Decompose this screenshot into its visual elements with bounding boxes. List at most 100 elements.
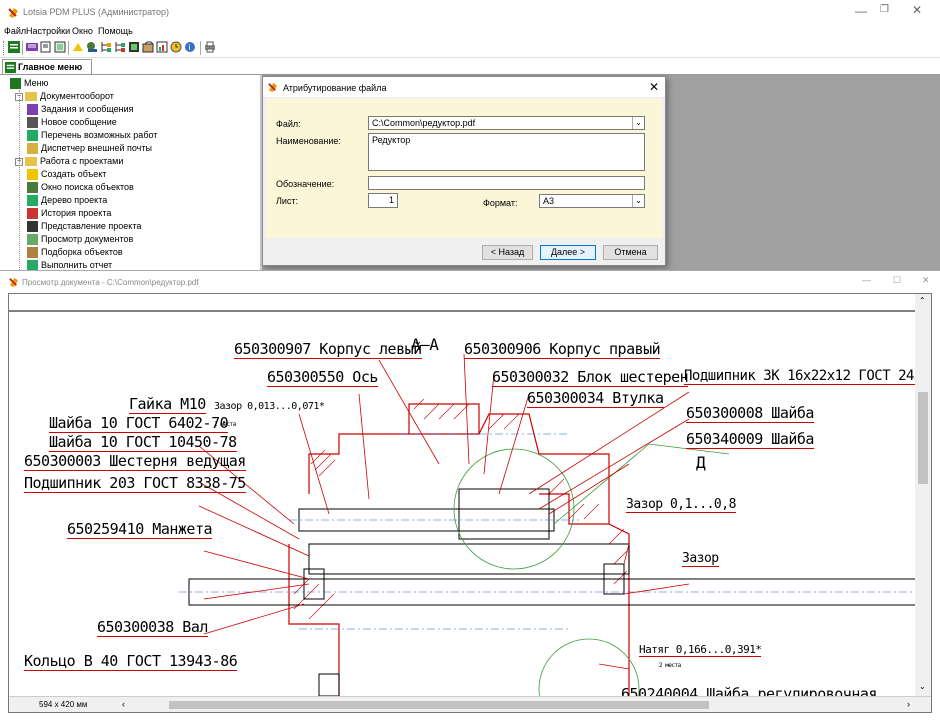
create-object-icon[interactable] <box>72 41 84 53</box>
history-icon[interactable] <box>114 41 126 53</box>
drawing-label: Шайба 10 ГОСТ 6402-70 <box>49 414 229 433</box>
print-icon[interactable] <box>204 41 216 53</box>
scroll-down-icon[interactable]: ⌄ <box>919 682 926 691</box>
tree-item[interactable]: Дерево проекта <box>27 194 107 207</box>
tab-main-menu[interactable]: Главное меню <box>2 59 92 75</box>
menu-file[interactable]: Файл <box>4 26 26 36</box>
drawing-label: 650300038 Вал <box>97 618 208 637</box>
dialog-title: Атрибутирование файла <box>283 83 387 93</box>
main-menu-icon[interactable] <box>8 41 20 53</box>
tree-item[interactable]: Подборка объектов <box>27 246 123 259</box>
app-logo-icon <box>9 277 19 288</box>
menu-settings[interactable]: Настройки <box>26 26 70 36</box>
tree-item-label: Создать объект <box>41 169 107 179</box>
tasks-icon[interactable] <box>26 41 38 53</box>
tree-item-label: Меню <box>24 78 49 88</box>
tree-item[interactable]: Меню <box>10 77 48 90</box>
tree-item-label: История проекта <box>41 208 112 218</box>
tree-item[interactable]: Задания и сообщения <box>27 103 134 116</box>
tree-item[interactable]: История проекта <box>27 207 111 220</box>
menu-icon <box>10 78 21 90</box>
drawing-label: 650300003 Шестерня ведущая <box>24 452 246 471</box>
restore-button[interactable]: ❐ <box>880 4 889 15</box>
tree-item[interactable]: Новое сообщение <box>27 116 117 129</box>
tab-main-menu-label: Главное меню <box>18 62 83 72</box>
drawing-label: Шайба 10 ГОСТ 10450-78 <box>49 433 237 452</box>
tree-item[interactable]: Выполнить отчет <box>27 259 112 270</box>
tree-item[interactable]: Создать объект <box>27 168 106 181</box>
tree-item-label: Просмотр документов <box>41 234 134 244</box>
search-objects-icon[interactable] <box>86 41 98 53</box>
drawing-label: 650340009 Шайба <box>686 430 814 449</box>
drawing-label: 650300550 Ось <box>267 368 378 387</box>
viewer-maximize-button[interactable]: ☐ <box>893 275 901 286</box>
project-view-icon[interactable] <box>128 41 140 53</box>
sheet-value: 1 <box>388 195 394 205</box>
drawing-label: Гайка М10 <box>129 395 206 414</box>
minimize-button[interactable]: — <box>855 4 867 18</box>
selection-icon[interactable] <box>142 41 154 53</box>
scroll-left-icon[interactable]: ‹ <box>122 699 125 709</box>
status-bar: 594 x 420 мм ‹ › <box>9 696 931 712</box>
attribute-dialog: Атрибутирование файла ✕ Файл: C:\Common\… <box>262 76 666 266</box>
horizontal-scroll-thumb[interactable] <box>169 701 709 709</box>
project-tree-icon[interactable] <box>100 41 112 53</box>
viewer-close-button[interactable]: ✕ <box>922 275 930 286</box>
info-icon[interactable]: i <box>184 41 196 53</box>
cancel-button[interactable]: Отмена <box>603 245 658 260</box>
create-object-icon <box>27 169 38 181</box>
dialog-titlebar: Атрибутирование файла ✕ <box>263 77 665 97</box>
report-icon[interactable] <box>156 41 168 53</box>
clock-icon[interactable] <box>170 41 182 53</box>
scroll-up-icon[interactable]: ⌃ <box>919 296 926 305</box>
viewer-minimize-button[interactable]: — <box>862 275 871 285</box>
vertical-scrollbar[interactable]: ⌃ ⌄ <box>915 294 931 696</box>
back-button[interactable]: < Назад <box>482 245 533 260</box>
menu-help[interactable]: Помощь <box>98 26 133 36</box>
drawing-label: 650259410 Манжета <box>67 520 213 539</box>
menubar: Файл Настройки Окно Помощь <box>0 24 940 38</box>
file-select[interactable]: C:\Common\редуктор.pdf ⌄ <box>368 116 645 130</box>
tree-item-label: Представление проекта <box>41 221 142 231</box>
tree-item-label: Документооборот <box>40 91 114 101</box>
name-field[interactable]: Редуктор <box>368 133 645 171</box>
tree-item[interactable]: − Работа с проектами <box>15 155 123 168</box>
tree-item-label: Окно поиска объектов <box>41 182 134 192</box>
new-message-icon[interactable] <box>40 41 52 53</box>
next-button[interactable]: Далее > <box>540 245 596 260</box>
new-message-icon <box>27 117 38 129</box>
tree-item[interactable]: Просмотр документов <box>27 233 133 246</box>
app-titlebar: Lotsia PDM PLUS (Администратор) — ❐ ✕ <box>0 0 940 24</box>
work-list-icon[interactable] <box>54 41 66 53</box>
tree-item[interactable]: − Документооборот <box>15 90 114 103</box>
chevron-down-icon: ⌄ <box>632 117 644 129</box>
tree-item[interactable]: Диспетчер внешней почты <box>27 142 152 155</box>
work-list-icon <box>27 130 38 142</box>
tree-item-label: Диспетчер внешней почты <box>41 143 152 153</box>
vertical-scroll-thumb[interactable] <box>918 392 928 484</box>
tree-item[interactable]: Представление проекта <box>27 220 141 233</box>
drawing-label: 650300034 Втулка <box>527 389 664 408</box>
menu-window[interactable]: Окно <box>72 26 93 36</box>
app-logo-icon <box>268 82 278 93</box>
drawing-label: Подшипник 3К 16х22х12 ГОСТ 24310-80 <box>684 368 931 385</box>
designation-field[interactable] <box>368 176 645 190</box>
tree-item[interactable]: Перечень возможных работ <box>27 129 157 142</box>
documents-icon <box>27 234 38 246</box>
sheet-label: Лист: <box>276 196 299 206</box>
scroll-right-icon[interactable]: › <box>907 699 910 709</box>
sheet-field[interactable]: 1 <box>368 193 398 208</box>
drawing-label: Зазор 0,1...0,8 <box>626 497 736 513</box>
dialog-close-button[interactable]: ✕ <box>649 80 659 94</box>
page-size-status: 594 x 420 мм <box>39 700 88 709</box>
close-button[interactable]: ✕ <box>912 3 922 17</box>
tree-item[interactable]: Окно поиска объектов <box>27 181 134 194</box>
designation-label: Обозначение: <box>276 179 335 189</box>
tree-item-label: Новое сообщение <box>41 117 117 127</box>
format-select[interactable]: А3 ⌄ <box>539 194 645 208</box>
drawing-label: 650300906 Корпус правый <box>464 340 661 359</box>
tree-item-label: Задания и сообщения <box>41 104 134 114</box>
name-label: Наименование: <box>276 136 341 146</box>
drawing-label: Д <box>696 453 706 472</box>
drawing-label: Зазор <box>682 551 719 567</box>
